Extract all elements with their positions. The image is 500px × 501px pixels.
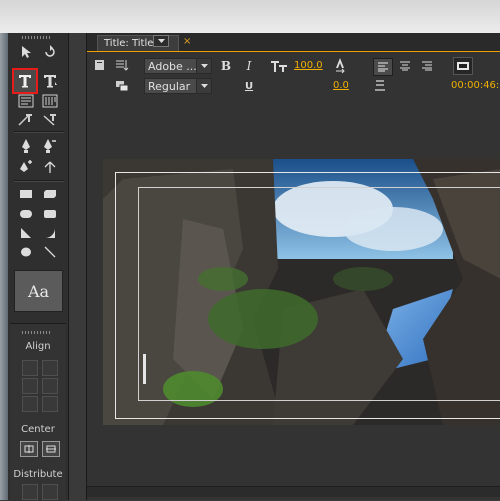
distribute-title: Distribute: [13, 469, 63, 480]
selection-tool-icon[interactable]: [15, 42, 37, 62]
leading-icon: [373, 78, 387, 94]
desktop-left-strip: [0, 33, 8, 500]
style-swatch-label: Aa: [27, 281, 50, 301]
roll-crawl-options-icon[interactable]: [114, 58, 130, 72]
panel-gripper: [22, 36, 52, 39]
vertical-path-type-tool-icon[interactable]: [39, 110, 61, 130]
bold-button[interactable]: B: [218, 58, 234, 74]
align-bottom-button[interactable]: [42, 396, 58, 412]
panel-gripper: [22, 331, 52, 334]
background-timecode[interactable]: 00:00:46:10: [451, 80, 500, 91]
rounded-rectangle-tool-icon[interactable]: [39, 204, 61, 224]
rounded-corner-rectangle-tool-icon[interactable]: [15, 204, 37, 224]
vertical-area-type-tool-icon[interactable]: [39, 91, 61, 111]
wedge-tool-icon[interactable]: [15, 223, 37, 243]
font-style-dropdown[interactable]: Regular: [144, 78, 212, 94]
action-safe-area: [138, 187, 500, 401]
style-swatch-preview[interactable]: Aa: [14, 270, 63, 312]
title-properties-toolbar: Adobe ... Regular B I U 100.0 0.0 00:00:…: [87, 52, 500, 102]
italic-button[interactable]: I: [241, 58, 257, 74]
chevron-down-icon: [196, 59, 211, 73]
font-size-icon: [269, 58, 289, 74]
ellipse-tool-icon[interactable]: [15, 242, 37, 262]
align-title: Align: [25, 341, 51, 352]
line-tool-icon[interactable]: [39, 242, 61, 262]
chevron-down-icon: [157, 39, 165, 43]
pen-tool-icon[interactable]: [15, 136, 37, 156]
area-type-tool-icon[interactable]: [15, 91, 37, 111]
distribute-left-button[interactable]: [22, 484, 38, 500]
arc-tool-icon[interactable]: [39, 223, 61, 243]
align-panel: Align Center Distribute: [10, 323, 66, 501]
align-vertical-center-button[interactable]: [42, 360, 58, 376]
font-family-dropdown[interactable]: Adobe ...: [144, 58, 212, 74]
rotation-tool-icon[interactable]: [39, 42, 61, 62]
center-horizontal-button[interactable]: [20, 441, 38, 457]
templates-icon[interactable]: [114, 79, 130, 93]
chevron-down-icon: [196, 79, 211, 93]
type-tool-icon[interactable]: [12, 68, 38, 94]
align-left-text-button[interactable]: [373, 58, 393, 76]
center-vertical-button[interactable]: [42, 441, 60, 457]
path-type-tool-icon[interactable]: [15, 110, 37, 130]
convert-anchor-tool-icon[interactable]: [39, 157, 61, 177]
scroll-left-icon[interactable]: [91, 489, 99, 494]
distribute-horizontal-center-button[interactable]: [42, 484, 58, 500]
tools-separator: [14, 180, 64, 182]
tools-separator: [14, 131, 64, 133]
align-top-button[interactable]: [42, 378, 58, 394]
align-horizontal-center-button[interactable]: [22, 396, 38, 412]
align-right-text-button[interactable]: [419, 58, 435, 74]
add-anchor-tool-icon[interactable]: [15, 157, 37, 177]
center-title: Center: [21, 424, 55, 435]
horizontal-scrollbar[interactable]: [87, 486, 500, 497]
rectangle-tool-icon[interactable]: [15, 184, 37, 204]
title-designer-panel: Title: Title × Adobe ... Regular B I U 1…: [86, 33, 500, 500]
font-size-value[interactable]: 100.0: [294, 60, 323, 71]
kerning-value[interactable]: 0.0: [333, 80, 349, 91]
align-left-button[interactable]: [22, 360, 38, 376]
title-canvas-background-video[interactable]: [103, 159, 500, 425]
delete-anchor-tool-icon[interactable]: [39, 136, 61, 156]
font-family-value: Adobe ...: [148, 59, 197, 73]
new-title-icon[interactable]: [93, 58, 107, 72]
tab-bar: Title: Title ×: [87, 33, 500, 52]
align-center-text-button[interactable]: [397, 58, 413, 74]
underline-button[interactable]: U: [241, 78, 257, 94]
align-right-button[interactable]: [22, 378, 38, 394]
clipped-corner-rectangle-tool-icon[interactable]: [39, 184, 61, 204]
tab-close-icon[interactable]: ×: [183, 36, 191, 47]
tab-title-label: Title: Title: [104, 38, 154, 49]
show-background-video-icon[interactable]: [453, 57, 473, 75]
font-style-value: Regular: [148, 79, 191, 93]
tab-menu-button[interactable]: [153, 35, 169, 47]
desktop-top-strip: [0, 0, 500, 33]
vertical-type-tool-icon[interactable]: [39, 71, 61, 91]
kerning-icon: [333, 57, 347, 75]
